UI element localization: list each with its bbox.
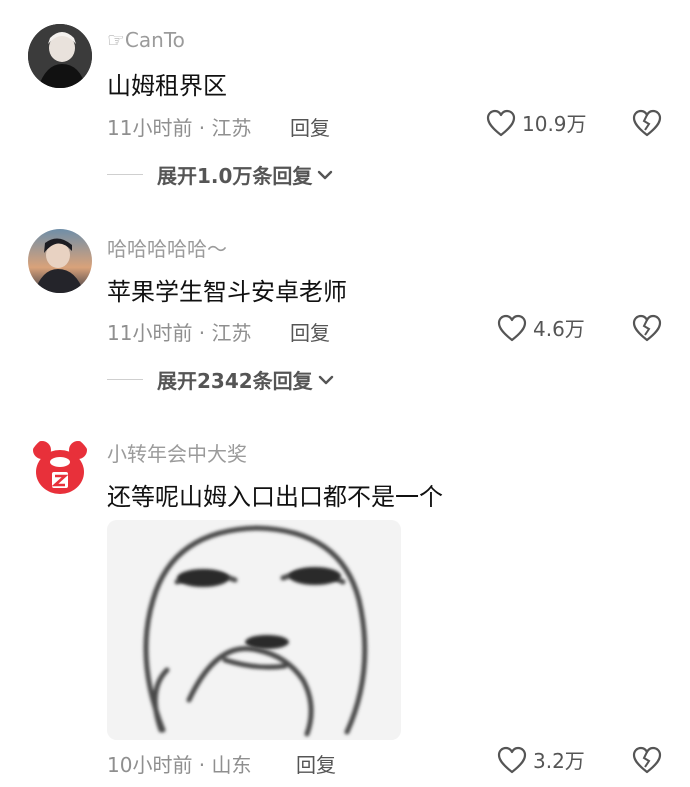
like-button[interactable]: 4.6万 bbox=[497, 313, 585, 342]
chevron-down-icon bbox=[318, 375, 333, 384]
like-button[interactable]: 3.2万 bbox=[497, 745, 585, 774]
avatar[interactable] bbox=[28, 434, 92, 498]
dislike-button[interactable] bbox=[632, 313, 662, 343]
comment-text: 还等呢山姆入口出口都不是一个 bbox=[107, 483, 443, 511]
heart-outline-icon bbox=[497, 746, 527, 773]
comment-username[interactable]: 哈哈哈哈哈～ bbox=[107, 233, 227, 262]
divider bbox=[107, 174, 143, 175]
expand-replies-button[interactable]: 展开1.0万条回复 bbox=[107, 160, 334, 189]
comment-text: 山姆租界区 bbox=[107, 72, 227, 100]
comment-time-location: 10小时前 · 山东 bbox=[107, 753, 252, 777]
like-count: 4.6万 bbox=[533, 317, 585, 341]
broken-heart-icon bbox=[632, 314, 662, 342]
comment-username[interactable]: ☞CanTo bbox=[107, 28, 185, 52]
dislike-button[interactable] bbox=[632, 745, 662, 775]
reply-button[interactable]: 回复 bbox=[296, 749, 336, 778]
comment-text: 苹果学生智斗安卓老师 bbox=[107, 278, 347, 306]
like-count: 10.9万 bbox=[522, 112, 587, 136]
avatar[interactable] bbox=[28, 24, 92, 88]
avatar[interactable] bbox=[28, 229, 92, 293]
expand-replies-label: 展开1.0万条回复 bbox=[157, 164, 313, 188]
divider bbox=[107, 379, 143, 380]
comment-time-location: 11小时前 · 江苏 bbox=[107, 116, 252, 140]
heart-outline-icon bbox=[486, 109, 516, 136]
chevron-down-icon bbox=[318, 170, 333, 179]
reply-button[interactable]: 回复 bbox=[290, 317, 330, 346]
like-count: 3.2万 bbox=[533, 749, 585, 773]
like-button[interactable]: 10.9万 bbox=[486, 108, 587, 137]
heart-outline-icon bbox=[497, 314, 527, 341]
comment-item: ☞CanTo 山姆租界区 11小时前 · 江苏 回复 10.9万 展开1.0万条… bbox=[0, 0, 690, 200]
comment-time-location: 11小时前 · 江苏 bbox=[107, 321, 252, 345]
dislike-button[interactable] bbox=[632, 108, 662, 138]
expand-replies-label: 展开2342条回复 bbox=[157, 369, 313, 393]
reply-button[interactable]: 回复 bbox=[290, 112, 330, 141]
broken-heart-icon bbox=[632, 109, 662, 137]
comment-username[interactable]: 小转年会中大奖 bbox=[107, 438, 247, 467]
broken-heart-icon bbox=[632, 746, 662, 774]
expand-replies-button[interactable]: 展开2342条回复 bbox=[107, 365, 335, 394]
sticker-image[interactable] bbox=[107, 520, 401, 740]
